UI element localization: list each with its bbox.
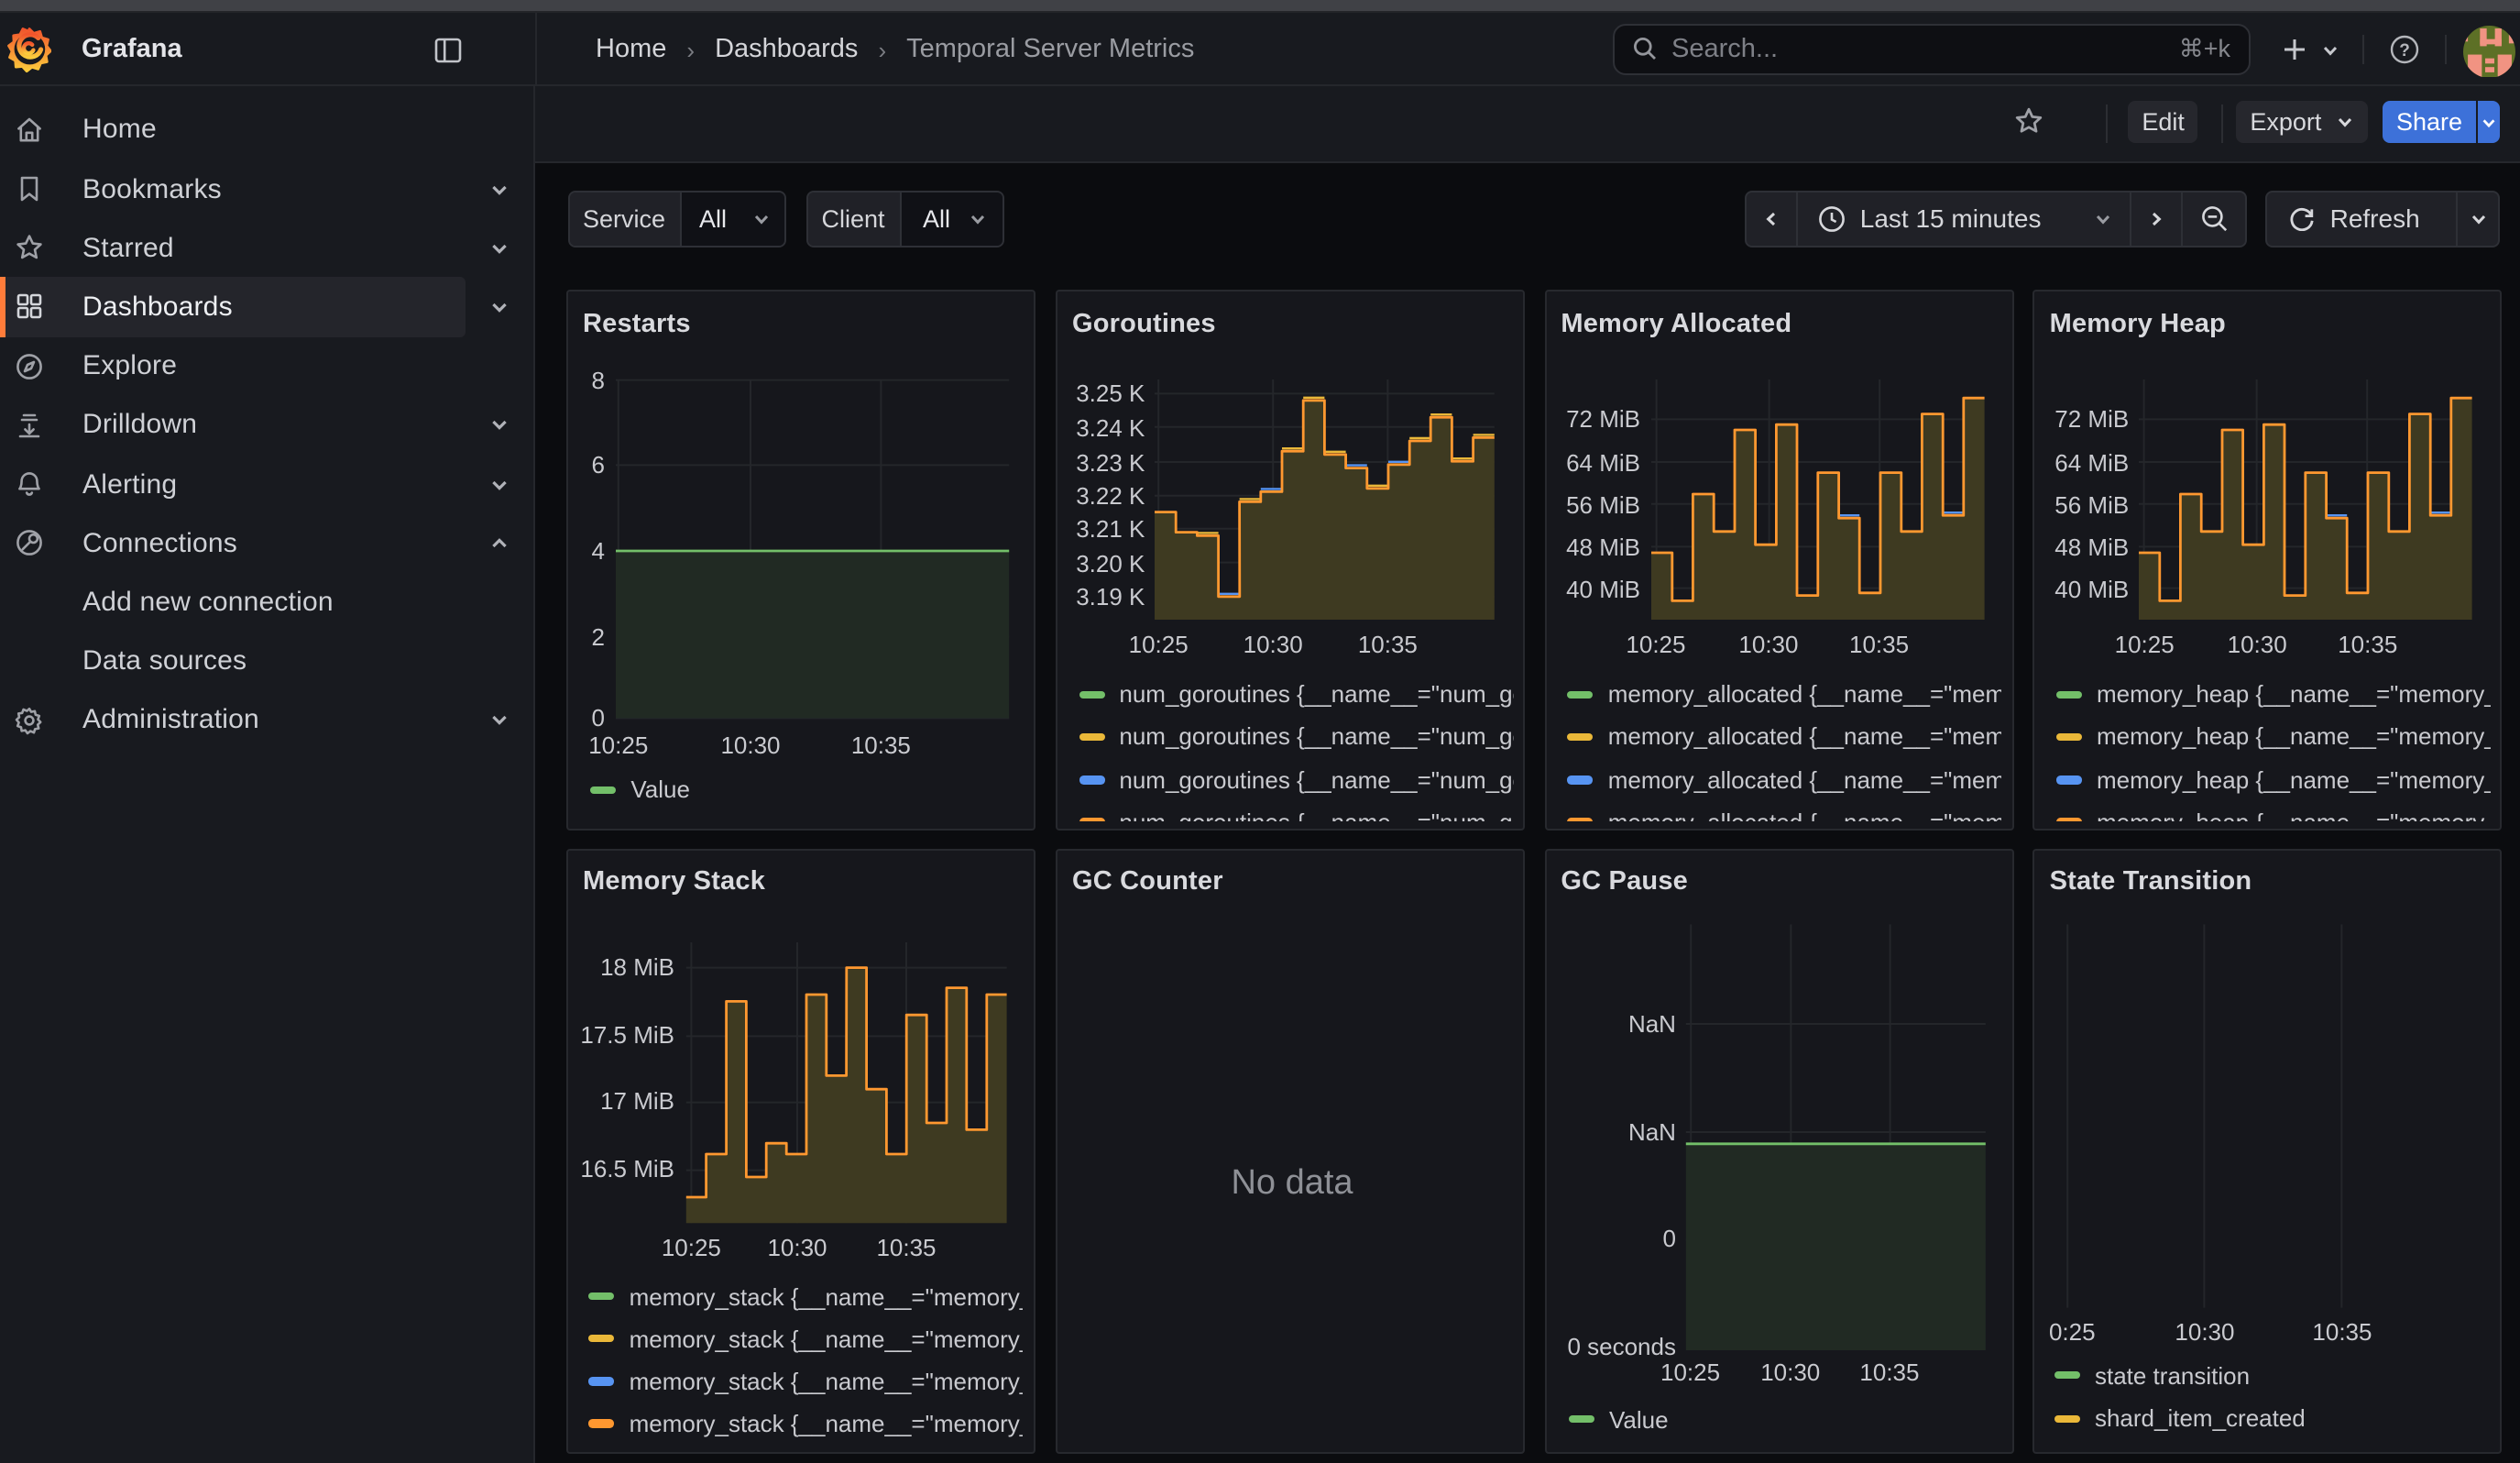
svg-text:?: ?	[2399, 40, 2410, 60]
